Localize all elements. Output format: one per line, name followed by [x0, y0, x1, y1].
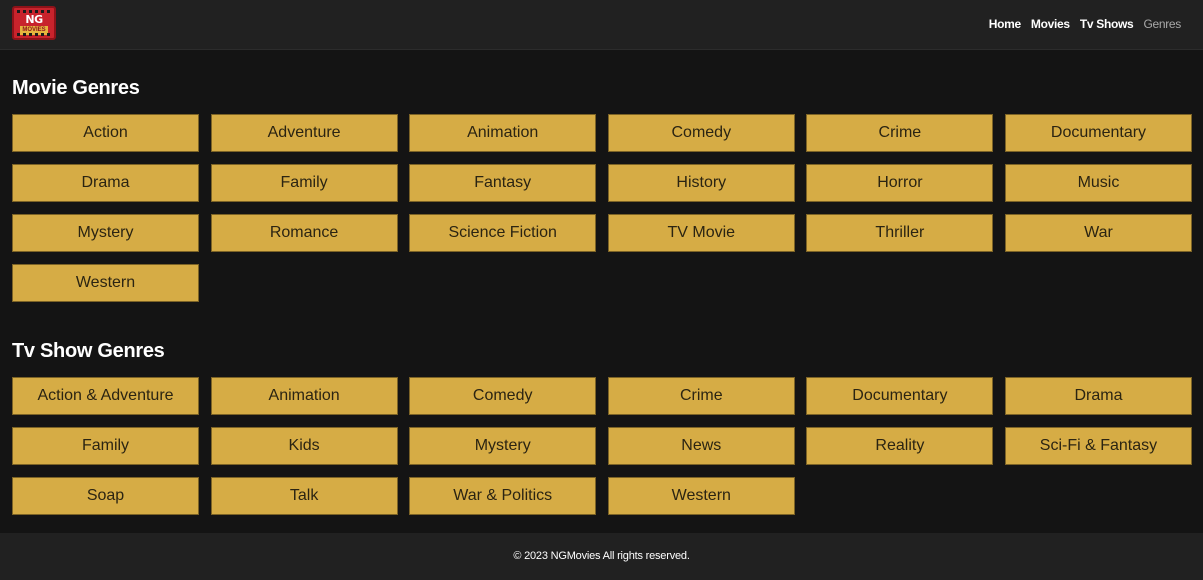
movie-genres-heading: Movie Genres [12, 77, 140, 99]
tv-genre-button[interactable]: Sci-Fi & Fantasy [1004, 427, 1192, 465]
nav-link-tv-shows[interactable]: Tv Shows [1080, 17, 1134, 31]
movie-genre-button[interactable]: Fantasy [409, 164, 597, 202]
tv-genre-button[interactable]: Reality [806, 427, 994, 465]
tv-genre-button[interactable]: Mystery [409, 427, 597, 465]
movie-genre-button[interactable]: Family [210, 164, 398, 202]
movie-genre-button[interactable]: Romance [210, 214, 398, 252]
movie-genre-button[interactable]: TV Movie [607, 214, 795, 252]
film-strip-holes-bottom [17, 33, 51, 36]
ngmovies-logo[interactable]: NG MOVIES [12, 6, 56, 40]
tv-genre-button[interactable]: Comedy [409, 377, 597, 415]
tv-genre-button[interactable]: War & Politics [409, 477, 597, 515]
movie-genre-button[interactable]: Thriller [806, 214, 994, 252]
logo-text: NG [25, 13, 43, 26]
tv-genre-button[interactable]: Kids [210, 427, 398, 465]
tv-genre-button[interactable]: Drama [1004, 377, 1192, 415]
nav-link-genres[interactable]: Genres [1143, 17, 1181, 31]
movie-genre-button[interactable]: History [607, 164, 795, 202]
nav-link-home[interactable]: Home [989, 17, 1021, 31]
movie-genres-grid: Action Adventure Animation Comedy Crime Docum… [12, 114, 1192, 302]
movie-genre-button[interactable]: Action [12, 114, 199, 152]
tv-genre-button[interactable]: Documentary [806, 377, 994, 415]
tv-genre-button[interactable]: Action & Adventure [12, 377, 199, 415]
main-nav: Home Movies Tv Shows Genres [989, 17, 1182, 31]
movie-genre-button[interactable]: Western [12, 264, 199, 302]
movie-genre-button[interactable]: Mystery [12, 214, 199, 252]
tv-genre-button[interactable]: Animation [210, 377, 398, 415]
movie-genre-button[interactable]: Comedy [607, 114, 795, 152]
movie-genre-button[interactable]: Adventure [210, 114, 398, 152]
tv-genre-button[interactable]: Talk [210, 477, 398, 515]
movie-genre-button[interactable]: Drama [12, 164, 199, 202]
movie-genre-button[interactable]: War [1004, 214, 1192, 252]
movie-genre-button[interactable]: Animation [409, 114, 597, 152]
movie-genre-button[interactable]: Crime [806, 114, 994, 152]
movie-genre-button[interactable]: Music [1004, 164, 1192, 202]
tv-genre-button[interactable]: Soap [12, 477, 199, 515]
nav-link-movies[interactable]: Movies [1031, 17, 1070, 31]
top-navbar: NG MOVIES Home Movies Tv Shows Genres [0, 0, 1203, 50]
tv-genre-button[interactable]: News [607, 427, 795, 465]
tv-genre-button[interactable]: Crime [607, 377, 795, 415]
tv-genres-grid: Action & Adventure Animation Comedy Crime Do… [12, 377, 1192, 515]
copyright-text: © 2023 NGMovies All rights reserved. [513, 550, 690, 562]
tv-genre-button[interactable]: Family [12, 427, 199, 465]
movie-genre-button[interactable]: Horror [806, 164, 994, 202]
movie-genre-button[interactable]: Documentary [1004, 114, 1192, 152]
tv-genres-heading: Tv Show Genres [12, 340, 165, 362]
footer: © 2023 NGMovies All rights reserved. [0, 533, 1203, 580]
tv-genre-button[interactable]: Western [607, 477, 795, 515]
movie-genre-button[interactable]: Science Fiction [409, 214, 597, 252]
